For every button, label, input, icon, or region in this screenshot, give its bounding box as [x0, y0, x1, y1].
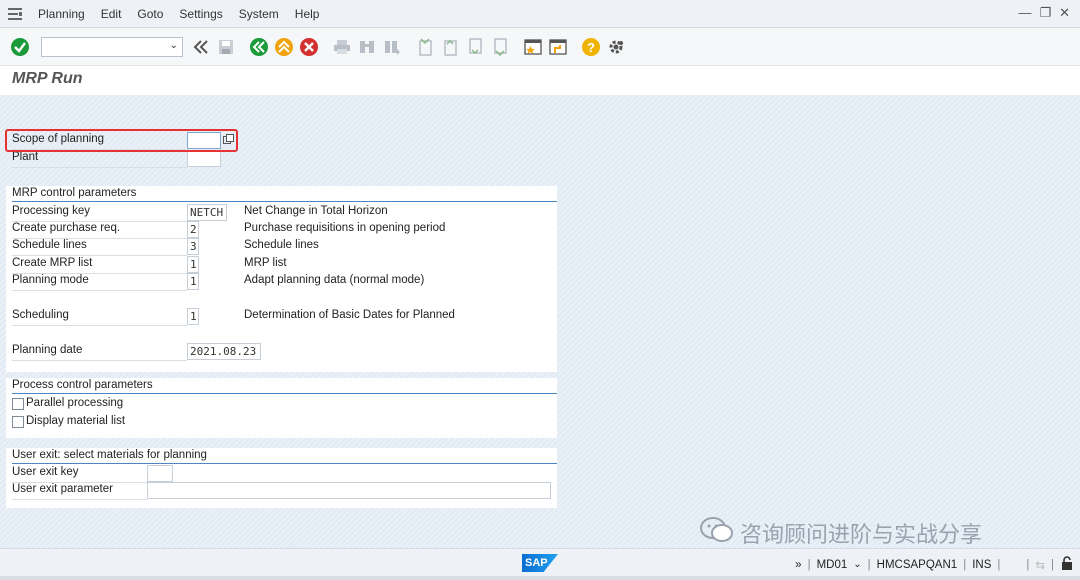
- scheduling-input[interactable]: 1: [187, 308, 199, 325]
- schedule-lines-input[interactable]: 3: [187, 238, 199, 255]
- sap-logo: SAP: [522, 554, 558, 572]
- find-next-icon[interactable]: [380, 35, 404, 59]
- back-green-icon[interactable]: [247, 35, 271, 59]
- last-page-icon[interactable]: [488, 35, 512, 59]
- planning-mode-label: Planning mode: [12, 274, 89, 286]
- scheduling-row: Scheduling 1 Determination of Basic Date…: [6, 308, 557, 326]
- menu-icon[interactable]: [0, 7, 30, 20]
- user-exit-param-row: User exit parameter: [6, 482, 557, 500]
- watermark-text: 咨询顾问进阶与实战分享: [740, 523, 983, 548]
- server-name: HMCSAPQAN1: [876, 558, 958, 571]
- restore-icon[interactable]: ❐: [1039, 5, 1051, 21]
- menu-settings[interactable]: Settings: [171, 7, 230, 21]
- input-mode: INS: [972, 558, 992, 571]
- mrp-control-title: MRP control parameters: [12, 187, 137, 199]
- find-icon[interactable]: [355, 35, 379, 59]
- create-mrp-list-desc: MRP list: [244, 257, 287, 269]
- process-control-group: Process control parameters Parallel proc…: [6, 378, 557, 438]
- planning-date-row: Planning date 2021.08.23: [6, 343, 557, 361]
- lock-icon[interactable]: [1060, 556, 1074, 573]
- back-icon[interactable]: [189, 35, 213, 59]
- planning-mode-input[interactable]: 1: [187, 273, 199, 290]
- plant-input[interactable]: [187, 150, 221, 167]
- next-page-icon[interactable]: [463, 35, 487, 59]
- planning-date-label: Planning date: [12, 344, 83, 356]
- scheduling-label: Scheduling: [12, 309, 69, 321]
- page-title: MRP Run: [12, 70, 83, 87]
- transaction-code: MD01: [816, 558, 848, 571]
- create-purchase-req-row: Create purchase req. 2 Purchase requisit…: [6, 221, 557, 239]
- processing-key-desc: Net Change in Total Horizon: [244, 205, 388, 217]
- cancel-icon[interactable]: [297, 35, 321, 59]
- exit-icon[interactable]: [272, 35, 296, 59]
- status-bar: SAP » | MD01 ⌄ | HMCSAPQAN1 | INS | | ⇆ …: [0, 548, 1080, 580]
- user-exit-group: User exit: select materials for planning…: [6, 448, 557, 508]
- processing-key-row: Processing key NETCH Net Change in Total…: [6, 204, 557, 222]
- schedule-lines-row: Schedule lines 3 Schedule lines: [6, 238, 557, 256]
- process-control-title: Process control parameters: [12, 379, 153, 391]
- chevron-down-icon[interactable]: ⌄: [853, 559, 861, 570]
- settings-icon[interactable]: [604, 35, 628, 59]
- parallel-processing-label: Parallel processing: [26, 397, 124, 409]
- planning-date-input[interactable]: 2021.08.23: [187, 343, 261, 360]
- system-info: » | MD01 ⌄ | HMCSAPQAN1 | INS | | ⇆ |: [795, 556, 1074, 573]
- print-icon[interactable]: [330, 35, 354, 59]
- processing-key-label: Processing key: [12, 205, 90, 217]
- user-exit-title: User exit: select materials for planning: [12, 449, 207, 461]
- connection-icon: ⇆: [1035, 559, 1045, 572]
- menu-edit[interactable]: Edit: [93, 7, 130, 21]
- display-material-list-label: Display material list: [26, 415, 126, 427]
- plant-row: Plant: [6, 150, 236, 168]
- menu-bar: Planning Edit Goto Settings System Help …: [0, 0, 1080, 28]
- user-exit-key-row: User exit key: [6, 465, 557, 483]
- save-icon[interactable]: [214, 35, 238, 59]
- planning-mode-desc: Adapt planning data (normal mode): [244, 274, 425, 286]
- window-controls: — ❐ ✕: [1018, 5, 1070, 21]
- close-window-icon[interactable]: ✕: [1059, 5, 1070, 21]
- create-purchase-req-input[interactable]: 2: [187, 221, 199, 238]
- help-icon[interactable]: ?: [579, 35, 603, 59]
- scope-highlight-box: [5, 129, 238, 152]
- expand-icon[interactable]: »: [795, 559, 801, 571]
- schedule-lines-label: Schedule lines: [12, 239, 87, 251]
- screen-title-bar: MRP Run: [0, 66, 1080, 96]
- user-exit-param-input[interactable]: [147, 482, 551, 499]
- menu-planning[interactable]: Planning: [30, 7, 93, 21]
- minimize-icon[interactable]: —: [1018, 5, 1031, 21]
- menu-system[interactable]: System: [231, 7, 287, 21]
- scheduling-desc: Determination of Basic Dates for Planned: [244, 309, 455, 321]
- create-purchase-req-label: Create purchase req.: [12, 222, 121, 234]
- plant-label: Plant: [12, 151, 39, 163]
- prev-page-icon[interactable]: [438, 35, 462, 59]
- user-exit-key-label: User exit key: [12, 466, 79, 478]
- mrp-control-group: MRP control parameters Processing key NE…: [6, 186, 557, 372]
- planning-mode-row: Planning mode 1 Adapt planning data (nor…: [6, 273, 557, 291]
- user-exit-param-label: User exit parameter: [12, 483, 113, 495]
- first-page-icon[interactable]: [413, 35, 437, 59]
- display-material-list-checkbox[interactable]: [12, 416, 24, 428]
- menu-help[interactable]: Help: [287, 7, 328, 21]
- create-mrp-list-input[interactable]: 1: [187, 256, 199, 273]
- svg-text:?: ?: [587, 40, 595, 55]
- parallel-processing-checkbox[interactable]: [12, 398, 24, 410]
- menu-goto[interactable]: Goto: [129, 7, 171, 21]
- main-content: Scope of planning Plant MRP control para…: [0, 96, 1080, 548]
- watermark: 咨询顾问进阶与实战分享: [700, 516, 982, 550]
- check-icon[interactable]: [8, 35, 32, 59]
- processing-key-input[interactable]: NETCH: [187, 204, 227, 221]
- wechat-icon: [700, 516, 734, 550]
- create-purchase-req-desc: Purchase requisitions in opening period: [244, 222, 446, 234]
- user-exit-key-input[interactable]: [147, 465, 173, 482]
- create-mrp-list-row: Create MRP list 1 MRP list: [6, 256, 557, 274]
- bottom-strip: [0, 576, 1080, 580]
- chevron-down-icon[interactable]: ⌄: [170, 40, 178, 51]
- standard-toolbar: ⌄ ?: [0, 28, 1080, 66]
- command-field[interactable]: ⌄: [41, 36, 183, 57]
- new-session-icon[interactable]: [521, 35, 545, 59]
- schedule-lines-desc: Schedule lines: [244, 239, 319, 251]
- create-mrp-list-label: Create MRP list: [12, 257, 93, 269]
- shortcut-icon[interactable]: [546, 35, 570, 59]
